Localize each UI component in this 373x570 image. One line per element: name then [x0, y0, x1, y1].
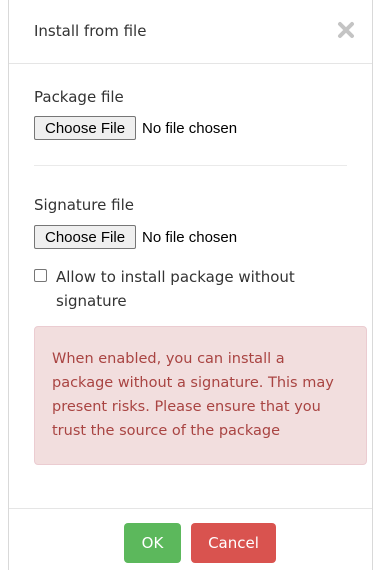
section-divider [34, 165, 347, 166]
close-button[interactable] [336, 20, 356, 40]
dialog-title: Install from file [34, 22, 147, 40]
signature-file-status: No file chosen [142, 228, 238, 246]
package-file-status: No file chosen [142, 119, 238, 137]
ok-button[interactable]: OK [124, 523, 181, 563]
signature-choose-file-button[interactable]: Choose File [34, 225, 137, 249]
allow-unsigned-checkbox[interactable] [34, 269, 47, 282]
signature-file-label: Signature file [34, 196, 134, 214]
warning-alert-text: When enabled, you can install a package … [52, 351, 334, 439]
package-choose-file-button[interactable]: Choose File [34, 116, 137, 140]
dialog-header: Install from file [9, 0, 372, 64]
allow-unsigned-label[interactable]: Allow to install package without signatu… [56, 265, 354, 313]
cancel-button[interactable]: Cancel [191, 523, 276, 563]
package-file-input: Choose File No file chosen [34, 115, 237, 141]
install-dialog: Install from file Package file Choose Fi… [8, 0, 373, 570]
warning-alert: When enabled, you can install a package … [34, 326, 367, 465]
signature-file-input: Choose File No file chosen [34, 224, 237, 250]
footer-divider [9, 508, 372, 509]
package-file-label: Package file [34, 88, 124, 106]
allow-unsigned-option: Allow to install package without signatu… [34, 265, 354, 313]
close-x-icon [338, 22, 354, 38]
